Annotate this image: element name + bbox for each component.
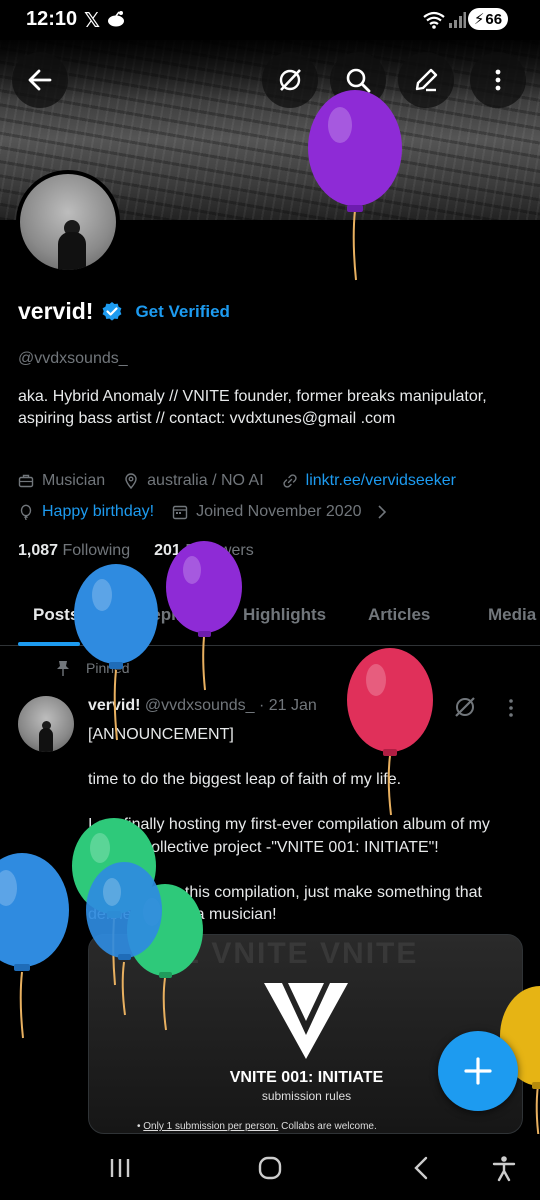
post-author-name[interactable]: vervid! — [88, 697, 140, 714]
balloon-icon — [20, 504, 32, 520]
active-tab-indicator — [18, 642, 80, 646]
post-author-avatar[interactable] — [18, 696, 74, 752]
post-avatar-figure-body — [39, 728, 53, 752]
followers-label: Followers — [185, 542, 254, 559]
following-count: 1,087 — [18, 542, 59, 559]
status-time: 12:10 — [26, 8, 78, 30]
birthday-item[interactable]: Happy birthday! — [18, 503, 154, 521]
website-item[interactable]: linktr.ee/vervidseeker — [282, 472, 456, 490]
profile-meta-row-2: Happy birthday! Joined November 2020 — [18, 503, 408, 521]
following-stat[interactable]: 1,087 Following — [18, 542, 130, 560]
post-header: vervid! @vvdxsounds_ · 21 Jan — [88, 697, 317, 715]
status-bar: 12:10 𝕏 ⚡ 66 — [0, 0, 540, 40]
website-link[interactable]: linktr.ee/vervidseeker — [306, 472, 456, 490]
followers-stat[interactable]: 201 Followers — [154, 542, 254, 560]
get-verified-link[interactable]: Get Verified — [135, 302, 229, 322]
search-icon — [346, 68, 371, 93]
post-meta: @vvdxsounds_ · 21 Jan — [144, 697, 317, 714]
location-text: australia / NO AI — [147, 472, 264, 489]
tab-media[interactable]: Media — [488, 605, 536, 625]
back-icon[interactable] — [408, 1154, 436, 1182]
edit-button[interactable] — [398, 52, 454, 108]
tab-articles[interactable]: Articles — [368, 605, 430, 625]
profile-meta-row-1: Musician australia / NO AI linktr.ee/ver… — [18, 472, 474, 490]
location-item: australia / NO AI — [123, 472, 264, 490]
media-rule: • Only 1 submission per person. Collabs … — [137, 1121, 377, 1132]
category-item: Musician — [18, 472, 105, 490]
more-options-button[interactable] — [470, 52, 526, 108]
reddit-app-icon — [108, 11, 124, 27]
grok-button[interactable] — [262, 52, 318, 108]
followers-count: 201 — [154, 542, 181, 559]
following-label: Following — [62, 542, 131, 559]
chevron-right-icon — [377, 505, 386, 519]
signal-icon — [449, 12, 466, 28]
wifi-icon — [423, 11, 445, 29]
verified-badge-icon — [103, 301, 122, 321]
avatar-figure-body — [58, 232, 86, 270]
post-text: [ANNOUNCEMENT] time to do the biggest le… — [88, 726, 490, 923]
charging-icon: ⚡ — [473, 11, 485, 28]
accessibility-icon[interactable] — [490, 1154, 518, 1182]
briefcase-icon — [18, 474, 34, 488]
media-rule-rest: Collabs are welcome. — [278, 1121, 377, 1132]
pinned-text: Pinned — [86, 660, 130, 676]
media-watermark: E VNITE VNITE — [179, 937, 419, 970]
name-row: vervid! Get Verified — [18, 298, 230, 325]
home-icon[interactable] — [256, 1154, 284, 1182]
x-app-icon: 𝕏 — [84, 10, 101, 32]
back-button[interactable] — [12, 52, 68, 108]
battery-level: 66 — [485, 10, 503, 28]
follow-counts: 1,087 Following 201 Followers — [18, 542, 254, 560]
link-icon — [283, 474, 297, 488]
balloon-blue-left — [0, 853, 69, 1039]
birthday-text[interactable]: Happy birthday! — [42, 503, 154, 521]
grok-icon[interactable] — [453, 695, 477, 719]
joined-item[interactable]: Joined November 2020 — [172, 503, 389, 521]
profile-tabs: Posts Replies Highlights Articles Media — [0, 590, 540, 646]
pin-icon — [57, 661, 69, 676]
vnite-logo-icon — [264, 983, 348, 1059]
calendar-icon — [172, 505, 188, 520]
tab-replies[interactable]: Replies — [139, 605, 199, 625]
profile-bio: aka. Hybrid Anomaly // VNITE founder, fo… — [18, 388, 487, 427]
compose-plus-icon — [464, 1057, 492, 1085]
post-more-icon[interactable] — [500, 697, 522, 719]
tab-highlights[interactable]: Highlights — [243, 605, 326, 625]
joined-text: Joined November 2020 — [196, 503, 362, 520]
system-navigation-bar — [0, 1134, 540, 1200]
tab-posts[interactable]: Posts — [33, 605, 79, 625]
display-name: vervid! — [18, 298, 94, 324]
recents-icon[interactable] — [106, 1154, 134, 1182]
compose-button[interactable] — [438, 1031, 518, 1111]
battery-indicator: ⚡ 66 — [468, 8, 508, 30]
grok-icon — [279, 69, 301, 91]
edit-icon — [415, 68, 438, 92]
search-button[interactable] — [330, 52, 386, 108]
category-text: Musician — [42, 472, 106, 489]
media-rule-underlined: Only 1 submission per person. — [143, 1121, 279, 1132]
profile-avatar[interactable] — [16, 170, 120, 274]
profile-handle: @vvdxsounds_ — [18, 350, 128, 367]
back-arrow-icon — [28, 69, 52, 91]
pinned-label-row: Pinned — [56, 660, 130, 676]
more-vertical-icon — [495, 69, 501, 91]
location-pin-icon — [125, 473, 137, 489]
